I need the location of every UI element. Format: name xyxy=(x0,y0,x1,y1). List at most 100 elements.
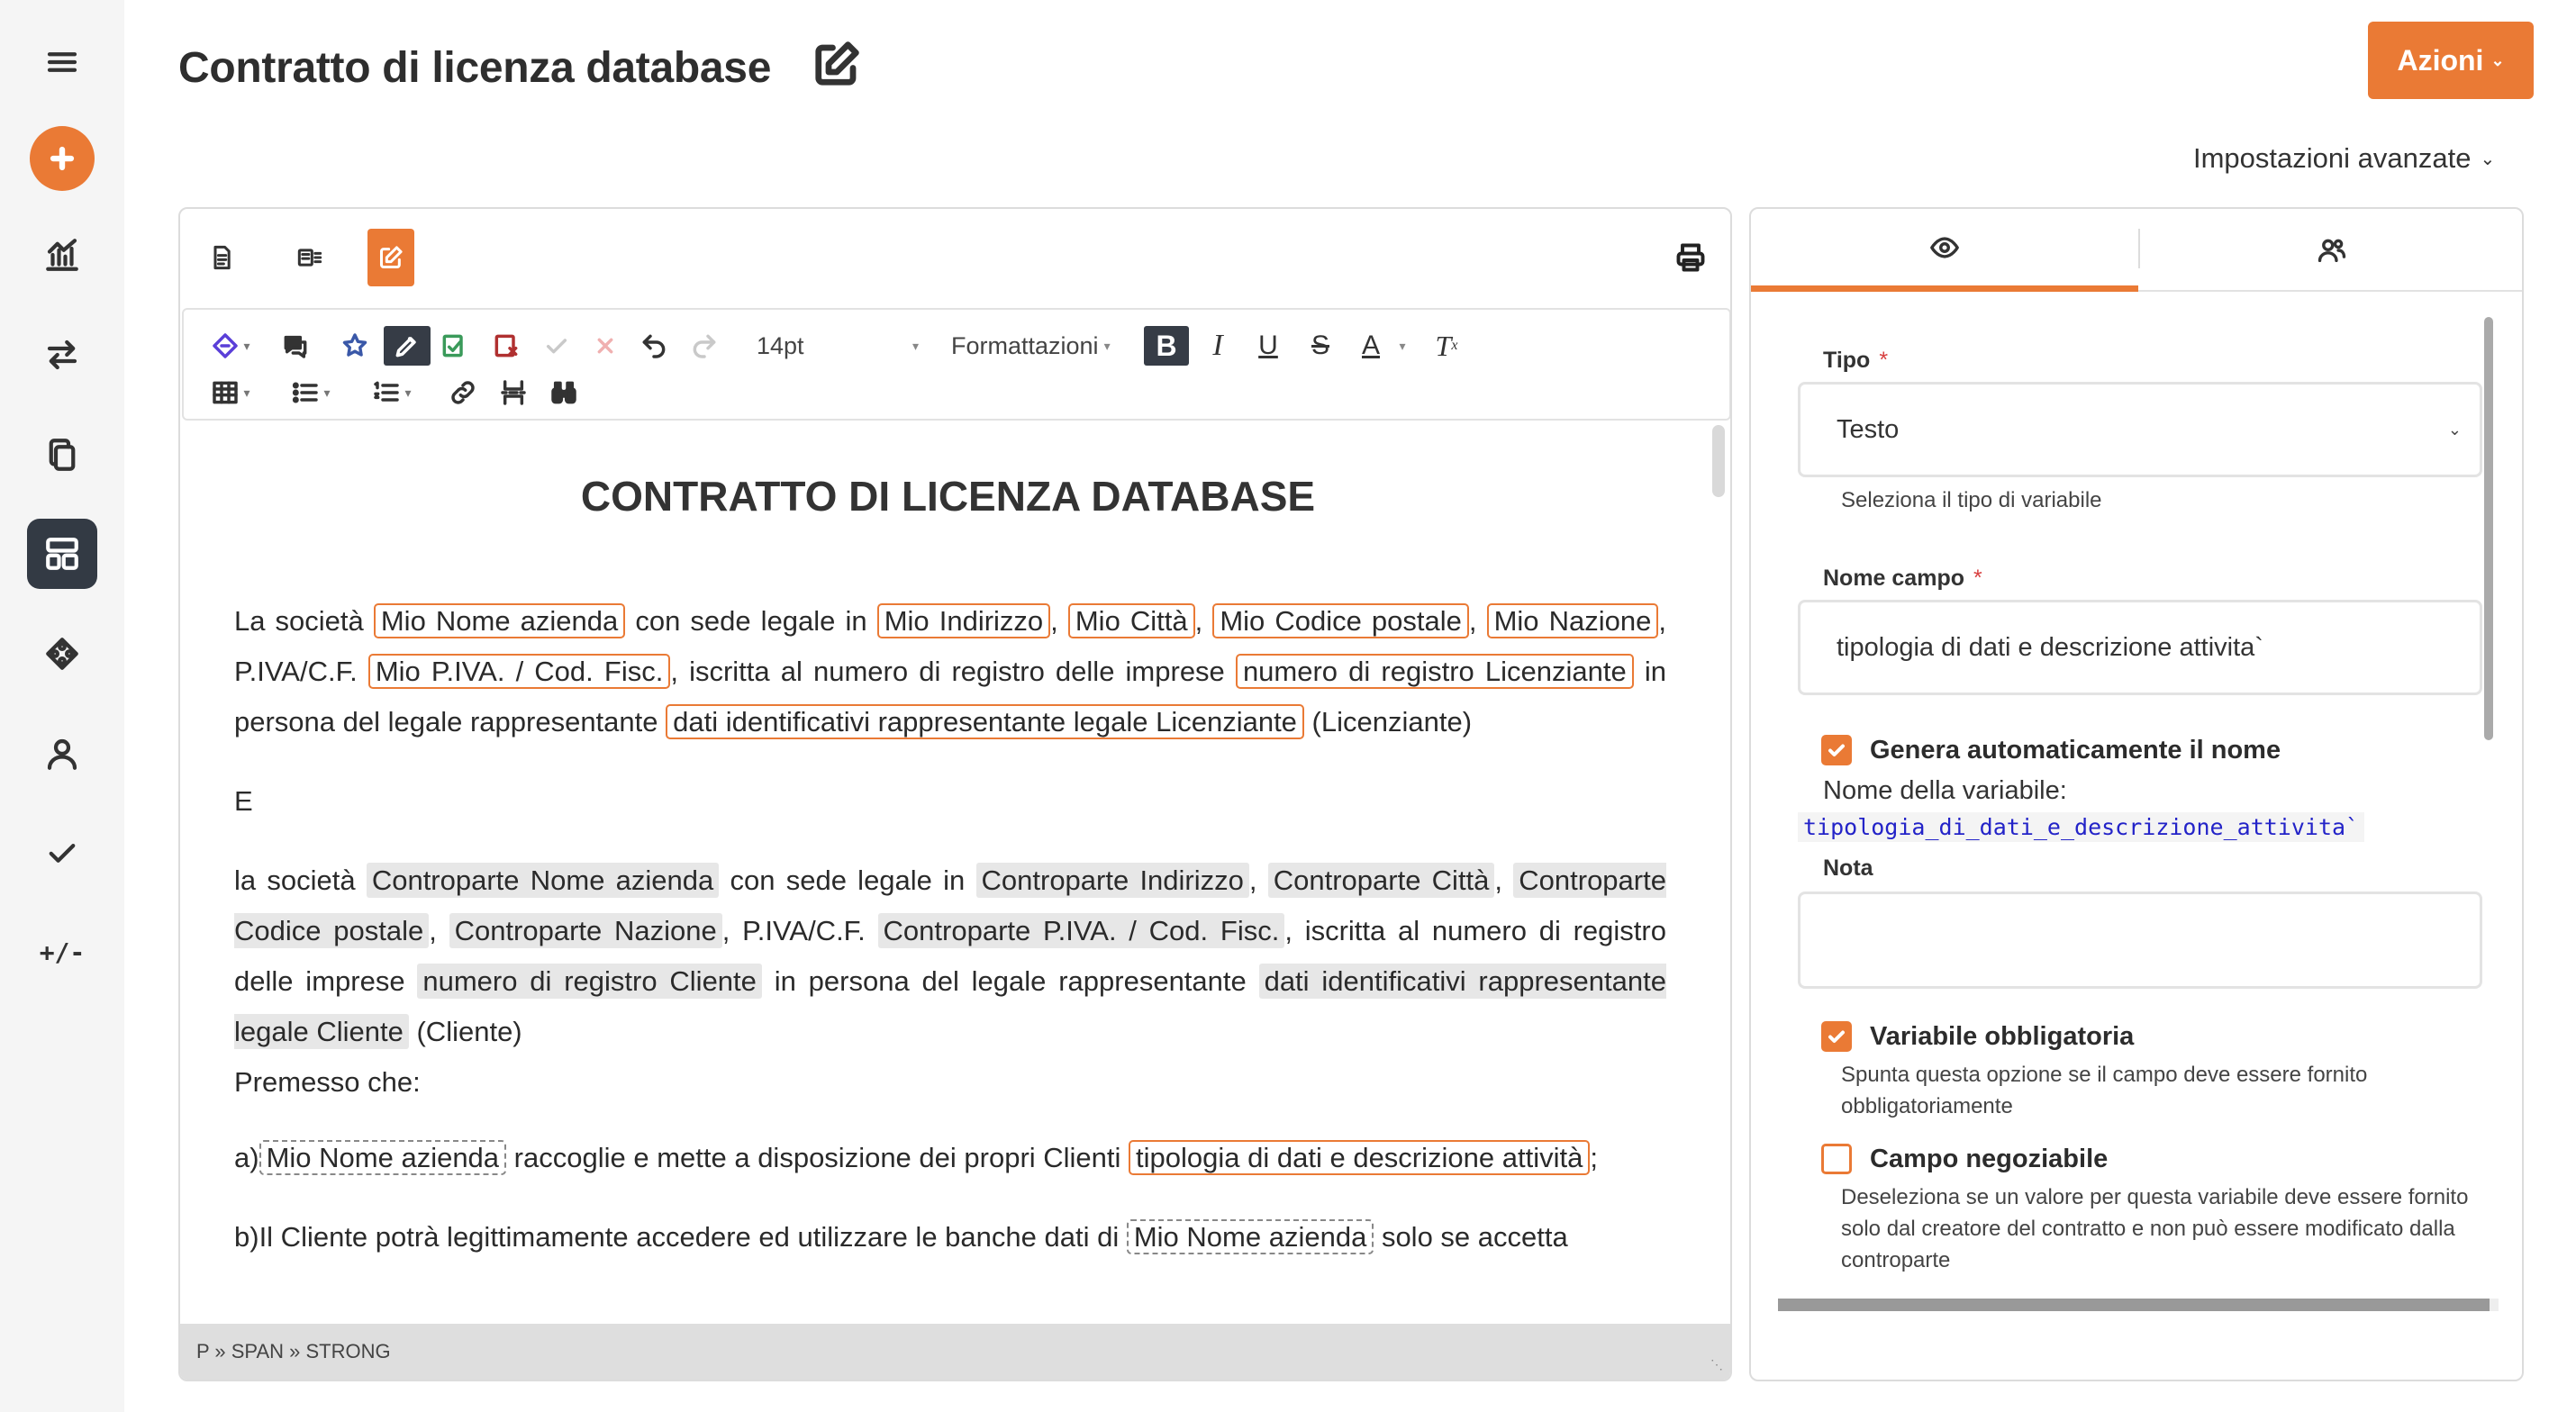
transfer-icon[interactable] xyxy=(27,320,97,390)
editor-mode-bar xyxy=(180,209,1730,308)
clause-b: b)Il Cliente potrà legittimamente accede… xyxy=(234,1212,1666,1263)
variable-chip[interactable]: Mio P.IVA. / Cod. Fisc. xyxy=(367,654,671,689)
nome-campo-input[interactable]: tipologia di dati e descrizione attivita… xyxy=(1798,600,2482,695)
tab-preview[interactable] xyxy=(1751,209,2138,292)
panel-scrollbar[interactable] xyxy=(2484,317,2493,740)
variable-chip[interactable]: Mio Nome azienda xyxy=(1126,1219,1374,1254)
font-size-select[interactable]: 14pt ▾ xyxy=(757,326,919,366)
mandatory-checkbox[interactable]: Variabile obbligatoria xyxy=(1821,1021,2134,1052)
edit-mode-icon[interactable] xyxy=(367,229,414,286)
text-color-button[interactable]: A xyxy=(1351,326,1391,366)
negotiable-checkbox[interactable]: Campo negoziabile xyxy=(1821,1144,2108,1174)
documents-icon[interactable] xyxy=(27,420,97,490)
highlight-icon[interactable] xyxy=(335,326,375,366)
advanced-settings-toggle[interactable]: Impostazioni avanzate ⌄ xyxy=(2193,142,2495,175)
text-run: ; xyxy=(1590,1142,1598,1173)
tipo-value: Testo xyxy=(1837,414,1900,444)
text-run: P.IVA/C.F. xyxy=(234,656,358,687)
chart-icon[interactable] xyxy=(27,220,97,290)
eye-icon xyxy=(1930,236,1959,258)
variable-chip[interactable]: Mio Nazione xyxy=(1486,603,1659,638)
reject-all-icon[interactable] xyxy=(585,326,625,366)
side-by-side-icon[interactable] xyxy=(286,229,333,286)
chevron-down-icon[interactable]: ▾ xyxy=(1389,326,1416,366)
actions-button[interactable]: Azioni ⌄ xyxy=(2368,22,2534,99)
edit-title-icon[interactable] xyxy=(812,40,861,88)
nota-input[interactable] xyxy=(1798,892,2482,989)
element-path: P » SPAN » STRONG xyxy=(196,1340,391,1362)
mandatory-hint: Spunta questa opzione se il campo deve e… xyxy=(1841,1063,2368,1118)
variable-chip[interactable]: Controparte Indirizzo xyxy=(975,863,1249,898)
tipo-hint: Seleziona il tipo di variabile xyxy=(1841,488,2102,512)
variable-chip[interactable]: Mio Nome azienda xyxy=(259,1140,507,1175)
panel-horizontal-scrollbar[interactable] xyxy=(1778,1299,2499,1311)
tipo-select[interactable]: Testo ⌄ xyxy=(1798,382,2482,477)
panel-form: Tipo * Testo ⌄ Seleziona il tipo di varia… xyxy=(1751,294,2522,1293)
paragraph-licensor: La società Mio Nome azienda con sede leg… xyxy=(234,603,1666,739)
panel-tabs xyxy=(1751,209,2522,292)
chevron-down-icon: ▾ xyxy=(1103,338,1111,353)
users-icon xyxy=(2317,239,2346,263)
reject-change-icon[interactable] xyxy=(486,326,526,366)
comment-icon[interactable] xyxy=(276,326,315,366)
left-nav-rail: +/- xyxy=(0,0,124,1412)
integrations-icon[interactable] xyxy=(27,619,97,689)
chevron-down-icon: ⌄ xyxy=(2447,420,2462,439)
menu-icon[interactable] xyxy=(27,27,97,97)
variable-chip[interactable]: tipologia di dati e descrizione attività xyxy=(1129,1140,1591,1175)
user-icon[interactable] xyxy=(27,719,97,789)
check-icon[interactable] xyxy=(27,818,97,888)
document-editor: ▾ 14pt ▾ Formattazioni ▾ B I U S A ▾ T x… xyxy=(178,207,1732,1381)
variable-chip[interactable]: Mio Città xyxy=(1067,603,1195,638)
variable-chip[interactable]: Mio Indirizzo xyxy=(876,603,1051,638)
text-run: iscritta al numero di registro delle imp… xyxy=(689,656,1225,687)
table-icon[interactable]: ▾ xyxy=(202,373,259,412)
print-icon[interactable] xyxy=(1669,236,1712,279)
variable-chip[interactable]: Mio Codice postale xyxy=(1212,603,1469,638)
advanced-settings-label: Impostazioni avanzate xyxy=(2193,142,2472,174)
variable-chip[interactable]: Controparte P.IVA. / Cod. Fisc. xyxy=(877,913,1285,948)
bullet-list-icon[interactable]: ▾ xyxy=(279,373,342,412)
variable-chip[interactable]: Controparte Città xyxy=(1267,863,1495,898)
italic-button[interactable]: I xyxy=(1198,326,1238,366)
variable-chip[interactable]: Controparte Nome azienda xyxy=(366,863,720,898)
auto-name-checkbox[interactable]: Genera automaticamente il nome xyxy=(1821,735,2281,765)
templates-icon[interactable] xyxy=(27,519,97,589)
formats-label: Formattazioni xyxy=(951,331,1099,359)
tab-parties[interactable] xyxy=(2138,209,2522,292)
bold-button[interactable]: B xyxy=(1144,326,1189,366)
text-run: a) xyxy=(234,1142,259,1173)
track-changes-icon[interactable] xyxy=(384,326,431,366)
text-run: con sede legale in xyxy=(635,605,867,637)
variable-chip[interactable]: numero di registro Licenziante xyxy=(1235,654,1634,689)
accept-all-icon[interactable] xyxy=(537,326,576,366)
mandatory-label: Variabile obbligatoria xyxy=(1870,1021,2135,1051)
clear-formatting-icon[interactable]: Tx xyxy=(1427,326,1466,366)
insert-variable-icon[interactable]: ▾ xyxy=(202,326,259,366)
resize-handle-icon[interactable]: ⋱ xyxy=(1710,1357,1723,1372)
strikethrough-button[interactable]: S xyxy=(1301,326,1340,366)
document-content[interactable]: CONTRATTO DI LICENZA DATABASE La società… xyxy=(180,425,1716,1326)
redo-icon[interactable] xyxy=(685,326,724,366)
find-icon[interactable] xyxy=(544,373,584,412)
add-button[interactable] xyxy=(30,126,95,191)
variable-chip[interactable]: Mio Nome azienda xyxy=(373,603,626,638)
editor-scrollbar[interactable] xyxy=(1712,425,1725,497)
underline-button[interactable]: U xyxy=(1248,326,1288,366)
document-view-icon[interactable] xyxy=(198,229,245,286)
undo-icon[interactable] xyxy=(634,326,674,366)
link-icon[interactable] xyxy=(443,373,483,412)
variable-chip[interactable]: Controparte Nazione xyxy=(449,913,722,948)
numbered-list-icon[interactable]: ▾ xyxy=(360,373,423,412)
page-break-icon[interactable] xyxy=(494,373,533,412)
text-run: raccoglie e mette a disposizione dei pro… xyxy=(513,1142,1121,1173)
variable-chip[interactable]: dati identificativi rappresentante legal… xyxy=(666,704,1304,739)
diff-icon[interactable]: +/- xyxy=(27,917,97,987)
variable-chip[interactable]: numero di registro Cliente xyxy=(417,964,762,999)
text-run: solo se accetta xyxy=(1381,1221,1568,1253)
formats-select[interactable]: Formattazioni ▾ xyxy=(951,326,1131,366)
tipo-label: Tipo * xyxy=(1823,348,1889,373)
editor-statusbar: P » SPAN » STRONG ⋱ xyxy=(180,1324,1730,1380)
accept-change-icon[interactable] xyxy=(434,326,474,366)
text-run: (Cliente) xyxy=(416,1016,522,1047)
